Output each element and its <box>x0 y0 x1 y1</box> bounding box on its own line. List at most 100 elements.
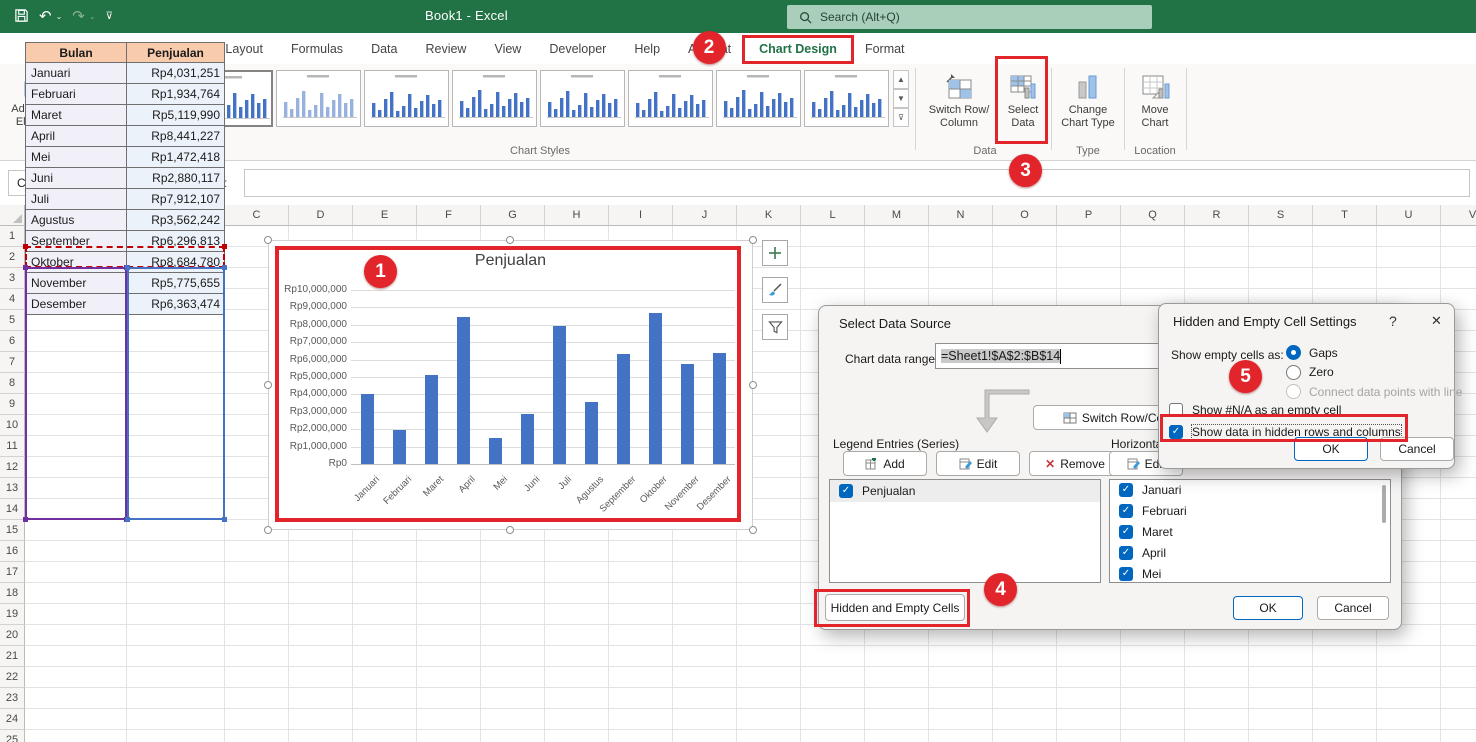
column-header-O[interactable]: O <box>993 205 1057 226</box>
checkbox-checked-icon[interactable]: ✓ <box>1119 525 1133 539</box>
category-item[interactable]: ✓Maret <box>1110 522 1390 543</box>
value-cell[interactable]: Rp3,562,242 <box>127 210 225 231</box>
row-header-24[interactable]: 24 <box>0 709 25 730</box>
tab-formulas[interactable]: Formulas <box>277 33 357 64</box>
select-data-button[interactable]: SelectData <box>999 67 1047 143</box>
value-cell[interactable]: Rp8,441,227 <box>127 126 225 147</box>
chart-object[interactable]: Penjualan Rp10,000,000Rp9,000,000Rp8,000… <box>268 240 753 530</box>
row-header-18[interactable]: 18 <box>0 583 25 604</box>
row-header-3[interactable]: 3 <box>0 268 25 289</box>
tab-view[interactable]: View <box>480 33 535 64</box>
column-header-F[interactable]: F <box>417 205 481 226</box>
scrollbar-thumb[interactable] <box>1382 485 1386 523</box>
change-chart-type-button[interactable]: ChangeChart Type <box>1056 67 1120 143</box>
chart-style-thumbnail-7[interactable] <box>716 70 801 127</box>
chart-selection-handle[interactable] <box>506 236 514 244</box>
column-header-J[interactable]: J <box>673 205 737 226</box>
customize-quick-access-icon[interactable]: ⊽ <box>106 12 113 22</box>
search-box[interactable]: Search (Alt+Q) <box>787 5 1152 29</box>
undo-dropdown-icon[interactable]: ⌄ <box>56 12 63 21</box>
category-item[interactable]: ✓Januari <box>1110 480 1390 501</box>
month-cell[interactable]: Mei <box>25 147 127 168</box>
column-header-H[interactable]: H <box>545 205 609 226</box>
chart-filters-funnel-button[interactable] <box>762 314 788 340</box>
chart-styles-brush-button[interactable] <box>762 277 788 303</box>
close-icon[interactable]: ✕ <box>1431 313 1442 329</box>
column-header-S[interactable]: S <box>1249 205 1313 226</box>
row-header-9[interactable]: 9 <box>0 394 25 415</box>
category-item[interactable]: ✓April <box>1110 542 1390 563</box>
checkbox-checked-icon[interactable]: ✓ <box>839 484 853 498</box>
column-header-D[interactable]: D <box>289 205 353 226</box>
month-cell[interactable]: Juni <box>25 168 127 189</box>
row-header-23[interactable]: 23 <box>0 688 25 709</box>
chart-bar-juni[interactable] <box>521 414 534 464</box>
row-header-19[interactable]: 19 <box>0 604 25 625</box>
row-header-6[interactable]: 6 <box>0 331 25 352</box>
chart-bar-september[interactable] <box>617 354 630 464</box>
row-header-13[interactable]: 13 <box>0 478 25 499</box>
chart-selection-handle[interactable] <box>264 236 272 244</box>
data-table[interactable]: BulanPenjualanJanuariRp4,031,251Februari… <box>25 42 225 315</box>
row-header-4[interactable]: 4 <box>0 289 25 310</box>
tab-format[interactable]: Format <box>851 33 919 64</box>
series-list[interactable]: ✓Penjualan <box>829 479 1101 583</box>
chart-bar-april[interactable] <box>457 317 470 464</box>
radio-option-gaps[interactable]: Gaps <box>1286 345 1338 360</box>
gallery-more-icon[interactable]: ⊽ <box>893 108 909 127</box>
category-item[interactable]: ✓Mei <box>1110 563 1390 583</box>
month-cell[interactable]: Maret <box>25 105 127 126</box>
row-header-11[interactable]: 11 <box>0 436 25 457</box>
chart-style-thumbnail-2[interactable] <box>276 70 361 127</box>
cancel-button[interactable]: Cancel <box>1317 596 1389 620</box>
value-cell[interactable]: Rp8,684,780 <box>127 252 225 273</box>
table-header-cell[interactable]: Penjualan <box>127 42 225 63</box>
chart-bar-mei[interactable] <box>489 438 502 464</box>
row-header-22[interactable]: 22 <box>0 667 25 688</box>
chart-selection-handle[interactable] <box>749 381 757 389</box>
value-cell[interactable]: Rp1,472,418 <box>127 147 225 168</box>
series-item[interactable]: ✓Penjualan <box>830 480 1100 502</box>
edit-series-button[interactable]: Edit <box>936 451 1020 476</box>
chart-bar-agustus[interactable] <box>585 402 598 464</box>
cancel-button[interactable]: Cancel <box>1380 437 1454 461</box>
row-header-2[interactable]: 2 <box>0 247 25 268</box>
checkbox-checked-icon[interactable]: ✓ <box>1119 567 1133 581</box>
column-header-U[interactable]: U <box>1377 205 1441 226</box>
row-header-8[interactable]: 8 <box>0 373 25 394</box>
column-header-N[interactable]: N <box>929 205 993 226</box>
row-header-15[interactable]: 15 <box>0 520 25 541</box>
move-chart-button[interactable]: MoveChart <box>1128 67 1182 143</box>
checkbox-checked-icon[interactable]: ✓ <box>1119 546 1133 560</box>
chart-selection-handle[interactable] <box>506 526 514 534</box>
ok-button[interactable]: OK <box>1233 596 1303 620</box>
tab-review[interactable]: Review <box>411 33 480 64</box>
chart-style-thumbnail-5[interactable] <box>540 70 625 127</box>
radio-icon[interactable] <box>1286 384 1301 399</box>
value-cell[interactable]: Rp4,031,251 <box>127 63 225 84</box>
remove-series-button[interactable]: ✕ Remove <box>1029 451 1121 476</box>
chart-style-thumbnail-3[interactable] <box>364 70 449 127</box>
row-header-16[interactable]: 16 <box>0 541 25 562</box>
month-cell[interactable]: September <box>25 231 127 252</box>
month-cell[interactable]: Desember <box>25 294 127 315</box>
save-icon[interactable] <box>14 8 29 26</box>
chart-bar-oktober[interactable] <box>649 313 662 464</box>
value-cell[interactable]: Rp2,880,117 <box>127 168 225 189</box>
ok-button[interactable]: OK <box>1294 437 1368 461</box>
chart-bar-maret[interactable] <box>425 375 438 464</box>
column-header-M[interactable]: M <box>865 205 929 226</box>
switch-row-column-button[interactable]: Switch Row/Column <box>922 67 996 143</box>
row-header-10[interactable]: 10 <box>0 415 25 436</box>
chart-elements-plus-button[interactable] <box>762 240 788 266</box>
chart-bar-januari[interactable] <box>361 394 374 464</box>
column-header-T[interactable]: T <box>1313 205 1377 226</box>
column-header-R[interactable]: R <box>1185 205 1249 226</box>
column-header-I[interactable]: I <box>609 205 673 226</box>
tab-data[interactable]: Data <box>357 33 411 64</box>
radio-icon[interactable] <box>1286 345 1301 360</box>
row-header-17[interactable]: 17 <box>0 562 25 583</box>
month-cell[interactable]: Januari <box>25 63 127 84</box>
row-header-7[interactable]: 7 <box>0 352 25 373</box>
chart-selection-handle[interactable] <box>749 236 757 244</box>
